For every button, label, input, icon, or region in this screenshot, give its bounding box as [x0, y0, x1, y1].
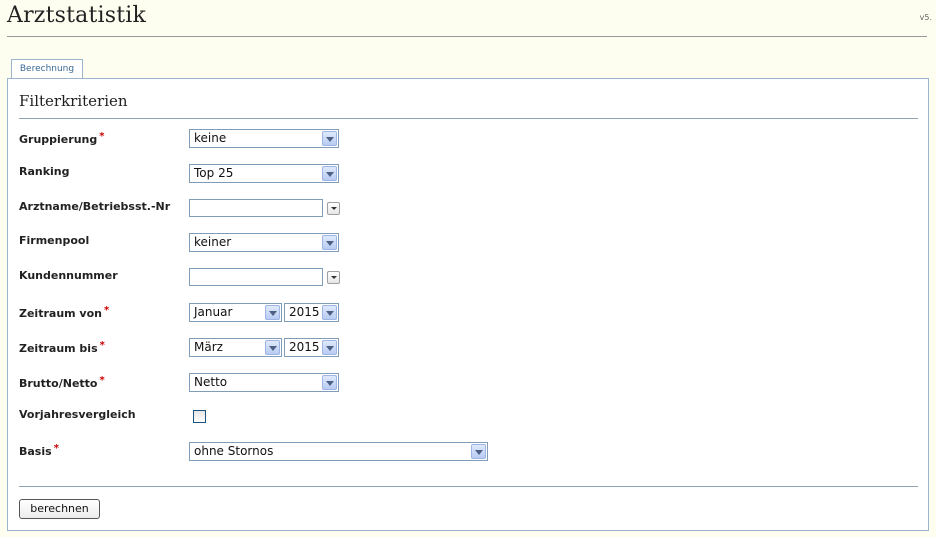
brutto-netto-select[interactable]: Netto: [189, 373, 339, 392]
panel-title-divider: [19, 118, 918, 119]
ranking-select[interactable]: Top 25: [189, 164, 339, 183]
required-marker: *: [104, 305, 110, 316]
form-bottom-divider: [19, 486, 918, 487]
required-marker: *: [99, 131, 105, 142]
filter-panel: Filterkriterien Gruppierung * keine Ranki…: [7, 78, 929, 531]
zeitraum-von-year-select[interactable]: 2015: [284, 303, 339, 322]
brutto-netto-value: Netto: [194, 375, 228, 389]
vorjahresvergleich-label: Vorjahresvergleich: [19, 408, 136, 421]
zeitraum-von-label: Zeitraum von *: [19, 305, 110, 320]
zeitraum-bis-label: Zeitraum bis *: [19, 340, 105, 355]
chevron-down-icon[interactable]: [322, 305, 337, 320]
ranking-label: Ranking: [19, 165, 70, 178]
version-label: v5.: [919, 13, 932, 22]
basis-select[interactable]: ohne Stornos: [189, 442, 488, 461]
basis-value: ohne Stornos: [194, 444, 274, 458]
arztname-dropdown-icon[interactable]: [327, 202, 340, 215]
required-marker: *: [53, 443, 59, 454]
kundennummer-input[interactable]: [189, 268, 323, 286]
berechnen-button[interactable]: berechnen: [19, 499, 100, 519]
chevron-down-icon[interactable]: [322, 375, 337, 390]
chevron-down-icon[interactable]: [322, 131, 337, 146]
zeitraum-von-month-value: Januar: [194, 305, 233, 319]
gruppierung-value: keine: [194, 131, 227, 145]
arztname-input[interactable]: [189, 199, 323, 217]
zeitraum-bis-year-value: 2015: [289, 340, 320, 354]
brutto-netto-label: Brutto/Netto *: [19, 375, 105, 390]
chevron-down-icon[interactable]: [265, 305, 280, 320]
firmenpool-select[interactable]: keiner: [189, 233, 339, 252]
gruppierung-select[interactable]: keine: [189, 129, 339, 148]
required-marker: *: [99, 340, 105, 351]
chevron-down-icon[interactable]: [322, 166, 337, 181]
firmenpool-value: keiner: [194, 235, 232, 249]
firmenpool-label: Firmenpool: [19, 234, 90, 247]
chevron-down-icon[interactable]: [322, 340, 337, 355]
vorjahresvergleich-checkbox[interactable]: [193, 410, 206, 423]
ranking-value: Top 25: [194, 166, 234, 180]
basis-label: Basis *: [19, 443, 59, 458]
zeitraum-von-year-value: 2015: [289, 305, 320, 319]
title-divider: [7, 36, 927, 37]
tab-berechnung[interactable]: Berechnung: [11, 59, 83, 78]
kundennummer-label: Kundennummer: [19, 269, 118, 282]
panel-title: Filterkriterien: [19, 92, 128, 110]
chevron-down-icon[interactable]: [471, 444, 486, 459]
app-title: Arztstatistik: [7, 3, 147, 28]
chevron-down-icon[interactable]: [322, 235, 337, 250]
zeitraum-von-month-select[interactable]: Januar: [189, 303, 282, 322]
arztname-label: Arztname/Betriebsst.-Nr: [19, 200, 171, 213]
zeitraum-bis-year-select[interactable]: 2015: [284, 338, 339, 357]
required-marker: *: [99, 375, 105, 386]
kundennummer-dropdown-icon[interactable]: [327, 271, 340, 284]
chevron-down-icon[interactable]: [265, 340, 280, 355]
gruppierung-label: Gruppierung *: [19, 131, 105, 146]
zeitraum-bis-month-value: März: [194, 340, 223, 354]
zeitraum-bis-month-select[interactable]: März: [189, 338, 282, 357]
